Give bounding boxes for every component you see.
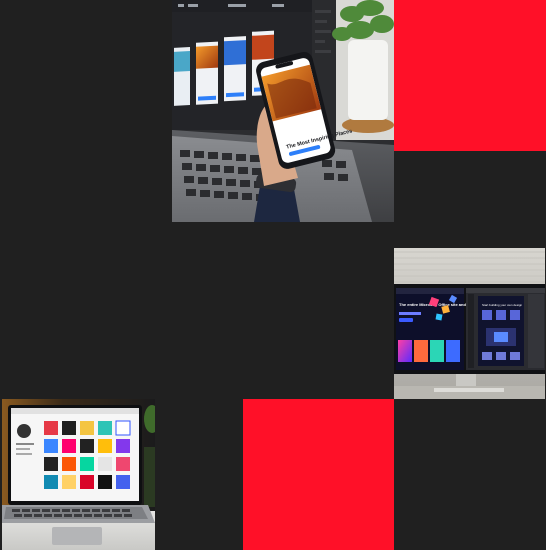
- monitor-right-title-text: Start building your own design: [482, 303, 523, 307]
- image-mosaic: The Most Inspiring Places The entire Mic…: [0, 0, 546, 550]
- red-block-top-right: [394, 0, 546, 151]
- photo-laptop-phone-design[interactable]: The Most Inspiring Places: [172, 0, 394, 222]
- red-block-bottom-center: [243, 399, 394, 550]
- dual-monitor-illustration: The entire Microsoft Office site and mor…: [394, 248, 545, 399]
- photo-laptop-gallery-grid[interactable]: [2, 399, 155, 550]
- photo-dual-monitor-design[interactable]: The entire Microsoft Office site and mor…: [394, 248, 545, 399]
- laptop-phone-illustration: The Most Inspiring Places: [172, 0, 394, 222]
- laptop-gallery-illustration: [2, 399, 155, 550]
